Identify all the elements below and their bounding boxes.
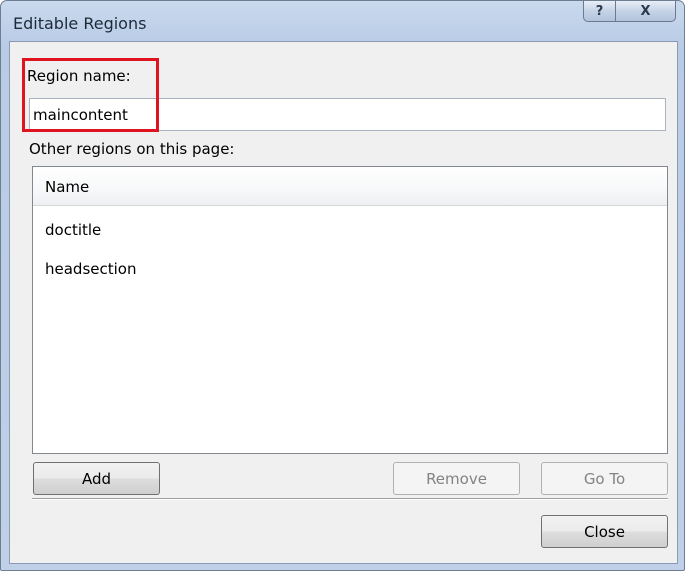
regions-list[interactable]: Name doctitle headsection (32, 166, 668, 454)
dialog-body: Region name: Other regions on this page:… (9, 41, 678, 564)
list-item[interactable]: headsection (45, 260, 136, 278)
dialog-window: Editable Regions ? X Region name: Other … (0, 0, 685, 571)
column-header-name[interactable]: Name (33, 167, 667, 206)
help-button[interactable]: ? (583, 1, 616, 22)
window-close-button[interactable]: X (616, 1, 676, 22)
separator (32, 498, 668, 500)
other-regions-label: Other regions on this page: (29, 140, 235, 158)
list-item[interactable]: doctitle (45, 221, 101, 239)
add-button[interactable]: Add (33, 462, 160, 495)
help-icon: ? (595, 3, 604, 19)
remove-button[interactable]: Remove (393, 462, 520, 495)
close-icon: X (640, 3, 651, 19)
close-button[interactable]: Close (541, 515, 668, 548)
window-title: Editable Regions (13, 14, 147, 33)
highlight-box (22, 58, 159, 132)
go-to-button[interactable]: Go To (541, 462, 668, 495)
column-header-label: Name (45, 178, 90, 196)
title-buttons: ? X (583, 1, 676, 23)
title-bar[interactable]: Editable Regions ? X (1, 1, 684, 41)
